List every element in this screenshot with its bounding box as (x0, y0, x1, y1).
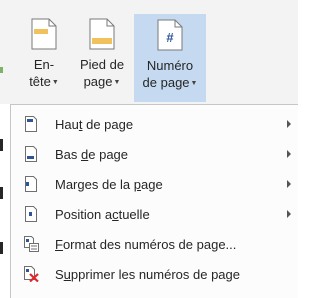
menu-item-bottom-of-page[interactable]: Bas de page (11, 139, 298, 169)
page-bottom-icon (25, 146, 37, 162)
header-button[interactable]: En- tête▼ (20, 14, 68, 102)
format-page-numbers-icon (24, 236, 39, 252)
menu-item-label: pprimer les numéros de page (70, 266, 240, 282)
menu-item-label: age (141, 176, 163, 192)
header-button-label-line2: tête (29, 74, 51, 89)
remove-page-numbers-icon (24, 266, 39, 282)
document-edge-mark (0, 242, 3, 254)
menu-item-current-position[interactable]: Position actuelle (11, 199, 298, 229)
menu-item-page-margins[interactable]: Marges de la page (11, 169, 298, 199)
menu-item-label: Hau (55, 116, 79, 132)
ribbon-header-footer-group: En- tête▼ Pied de page▼ # Numéro de page… (0, 0, 298, 104)
menu-item-label: S (55, 266, 64, 282)
document-edge-mark (0, 139, 3, 151)
chevron-down-icon: ▼ (51, 79, 59, 86)
page-number-button-label-line1: Numéro (146, 58, 194, 73)
menu-item-accelerator: p (133, 176, 141, 192)
page-number-symbol: # (166, 30, 174, 45)
page-top-icon (25, 116, 37, 132)
chevron-down-icon: ▼ (190, 80, 198, 87)
footer-button-label-line1: Pied de (79, 57, 125, 72)
chevron-right-icon (287, 120, 291, 128)
page-number-button[interactable]: # Numéro de page▼ (134, 14, 206, 102)
chevron-right-icon (287, 210, 291, 218)
menu-item-remove-page-numbers[interactable]: Supprimer les numéros de page (11, 259, 298, 289)
menu-item-label: tuelle (118, 206, 150, 222)
page-margins-icon (25, 176, 37, 192)
menu-item-top-of-page[interactable]: Haut de page (11, 109, 298, 139)
menu-item-accelerator: F (55, 236, 63, 252)
chevron-right-icon (287, 180, 291, 188)
menu-item-label: de page (82, 116, 134, 132)
menu-item-label: Position a (55, 206, 113, 222)
ribbon-edge-marker (0, 67, 3, 73)
menu-item-label: e page (88, 146, 129, 162)
page-number-dropdown-menu: Haut de page Bas de page Marges de la pa… (10, 104, 298, 298)
page-number-button-label-line2: de page (142, 75, 190, 90)
footer-button[interactable]: Pied de page▼ (72, 14, 132, 102)
menu-item-label: Marges de la (55, 176, 134, 192)
menu-item-label: ormat des numéros de page... (62, 236, 237, 252)
current-position-icon (25, 206, 37, 222)
chevron-down-icon: ▼ (113, 79, 121, 86)
header-page-icon (31, 18, 57, 50)
chevron-right-icon (287, 150, 291, 158)
footer-page-icon (89, 18, 115, 50)
page-number-icon: # (157, 19, 183, 51)
header-button-label-line1: En- (33, 57, 55, 72)
menu-item-label: Bas (55, 146, 82, 162)
footer-button-label-line2: page (83, 74, 113, 89)
menu-item-accelerator: u (63, 266, 71, 282)
document-edge-mark (0, 187, 3, 199)
menu-item-format-page-numbers[interactable]: Format des numéros de page... (11, 229, 298, 259)
